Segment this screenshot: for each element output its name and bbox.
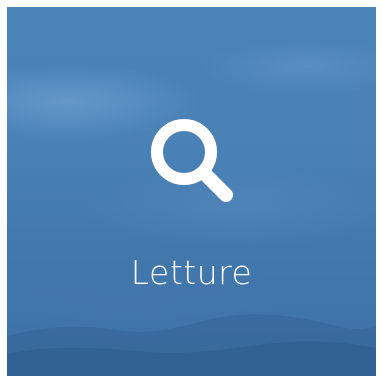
search-icon xyxy=(146,114,236,204)
letture-tile[interactable]: Letture xyxy=(7,7,376,376)
tile-label: Letture xyxy=(130,253,253,292)
background-mountains xyxy=(7,314,376,376)
